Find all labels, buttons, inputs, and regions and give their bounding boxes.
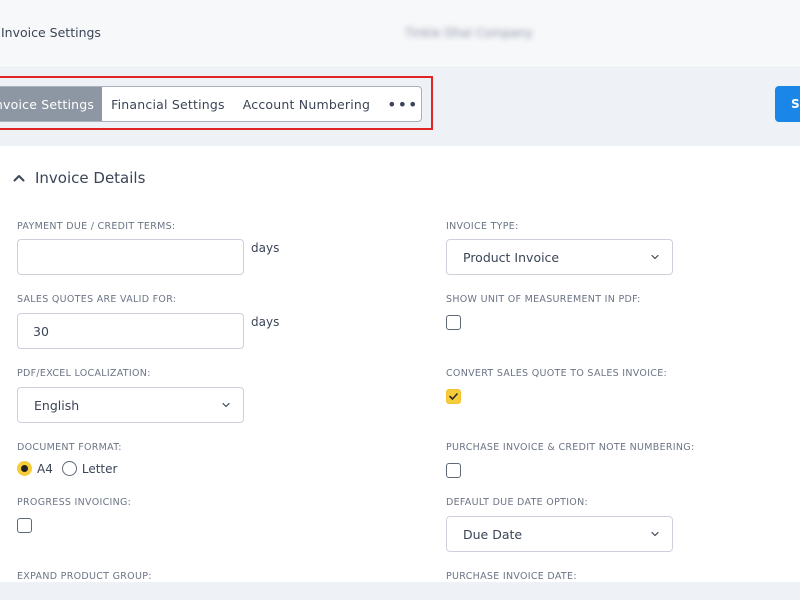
chevron-down-icon [651, 254, 659, 260]
company-name: Tinkle Dhal Company [405, 26, 533, 40]
localization-label: PDF/EXCEL LOCALIZATION: [17, 368, 151, 379]
payment-due-input[interactable] [17, 239, 244, 275]
tab-bar: Invoice Settings Financial Settings Acco… [0, 69, 800, 146]
default-due-date-value: Due Date [463, 526, 523, 542]
more-tabs-icon[interactable]: ••• [379, 87, 421, 121]
invoice-type-label: INVOICE TYPE: [446, 221, 519, 232]
checkmark-icon [449, 393, 458, 400]
payment-due-suffix: days [251, 241, 280, 255]
chevron-down-icon [651, 531, 659, 537]
settings-tabs: Invoice Settings Financial Settings Acco… [0, 86, 422, 122]
localization-select[interactable]: English [17, 387, 244, 423]
invoice-details-panel: Invoice Details PAYMENT DUE / CREDIT TER… [0, 146, 800, 582]
radio-a4-label: A4 [37, 461, 53, 476]
radio-letter[interactable] [61, 461, 77, 476]
quotes-valid-input[interactable] [17, 313, 244, 349]
show-unit-label: SHOW UNIT OF MEASUREMENT IN PDF: [446, 294, 641, 305]
invoice-type-value: Product Invoice [463, 249, 560, 265]
tab-account-numbering[interactable]: Account Numbering [234, 87, 379, 121]
bottom-bar [0, 582, 800, 600]
radio-a4[interactable] [17, 461, 32, 476]
section-title: Invoice Details [35, 169, 146, 187]
purchase-numbering-label: PURCHASE INVOICE & CREDIT NOTE NUMBERING… [446, 442, 695, 453]
chevron-down-icon [222, 402, 230, 408]
tab-financial-settings[interactable]: Financial Settings [102, 87, 234, 121]
radio-letter-label: Letter [81, 461, 118, 476]
save-button[interactable]: S [775, 86, 800, 122]
invoice-type-select[interactable]: Product Invoice [446, 239, 673, 275]
top-bar: Invoice Settings Tinkle Dhal Company [0, 0, 800, 68]
chevron-up-icon [13, 175, 25, 182]
document-format-label: DOCUMENT FORMAT: [17, 442, 122, 453]
convert-quote-label: CONVERT SALES QUOTE TO SALES INVOICE: [446, 368, 668, 379]
default-due-date-select[interactable]: Due Date [446, 516, 673, 552]
quotes-valid-suffix: days [251, 315, 280, 329]
localization-value: English [34, 397, 80, 413]
expand-product-group-label: EXPAND PRODUCT GROUP: [17, 571, 152, 582]
purchase-numbering-checkbox[interactable] [446, 463, 461, 478]
section-header[interactable]: Invoice Details [12, 169, 145, 187]
payment-due-label: PAYMENT DUE / CREDIT TERMS: [17, 221, 176, 232]
quotes-valid-label: SALES QUOTES ARE VALID FOR: [17, 294, 177, 305]
page-title: Invoice Settings [1, 25, 101, 40]
progress-invoicing-label: PROGRESS INVOICING: [17, 497, 132, 508]
show-unit-checkbox[interactable] [446, 315, 461, 330]
tab-invoice-settings[interactable]: Invoice Settings [0, 87, 103, 121]
document-format-options: A4 Letter [17, 461, 126, 476]
purchase-invoice-date-label: PURCHASE INVOICE DATE: [446, 571, 577, 582]
default-due-date-label: DEFAULT DUE DATE OPTION: [446, 497, 588, 508]
progress-invoicing-checkbox[interactable] [17, 518, 32, 533]
convert-quote-checkbox[interactable] [446, 389, 461, 404]
